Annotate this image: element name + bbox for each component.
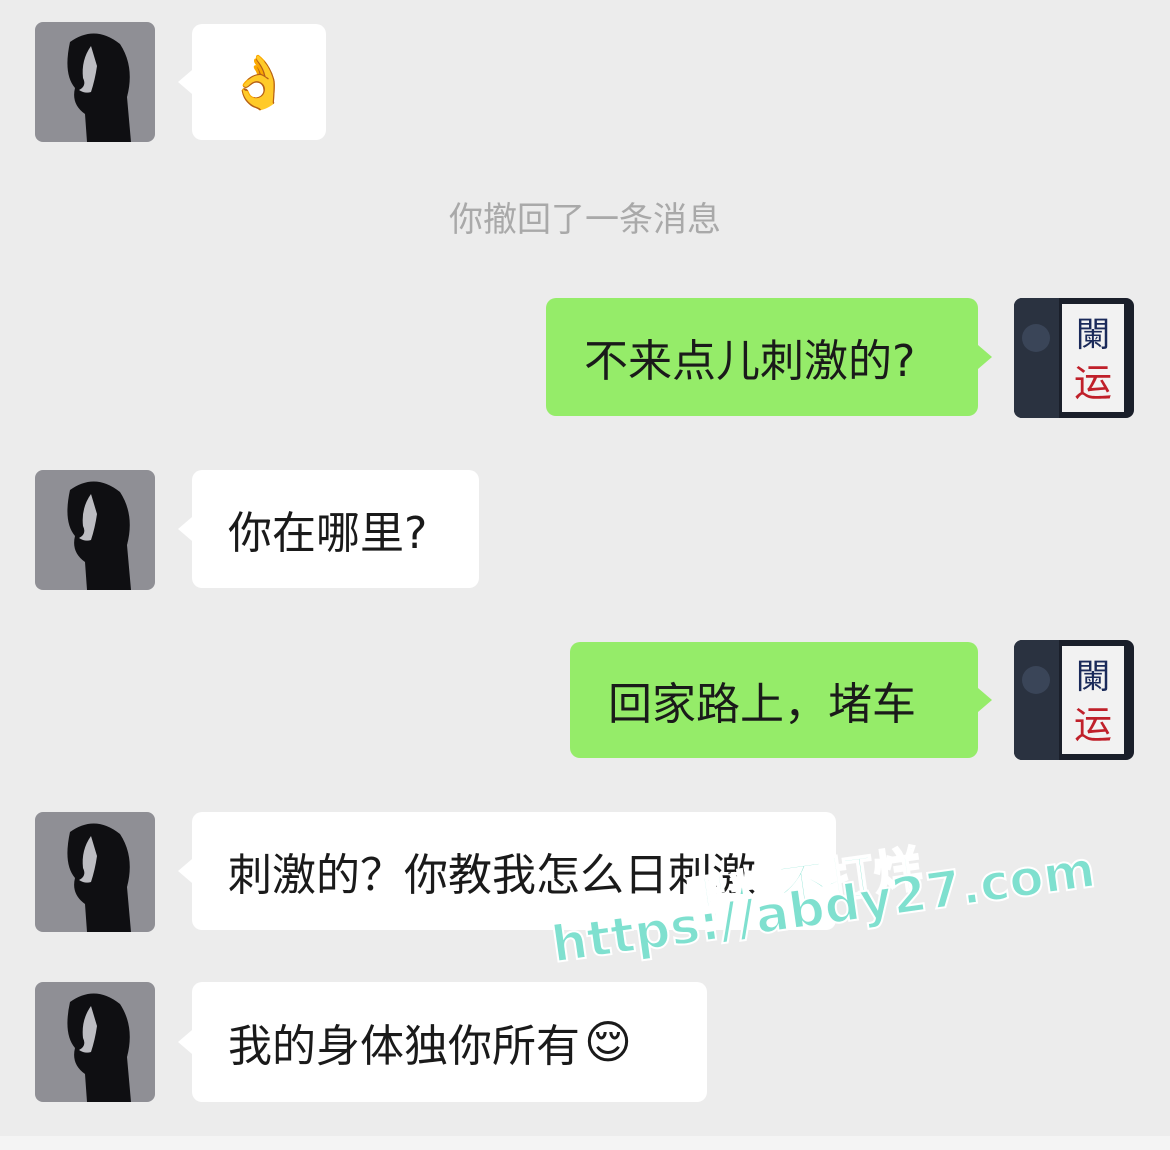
bubble-tail	[178, 1030, 192, 1054]
message-text: 你在哪里?	[228, 508, 428, 559]
contact-avatar-image	[35, 982, 155, 1102]
self-avatar-image: 闌 运	[1014, 640, 1134, 760]
message-text: 不来点儿刺激的?	[584, 336, 916, 387]
bubble-tail	[178, 517, 192, 541]
self-avatar-char-2: 运	[1074, 361, 1112, 405]
ok-hand-emoji: 👌	[226, 52, 292, 113]
bubble-tail	[178, 859, 192, 883]
contact-avatar[interactable]	[35, 22, 155, 142]
message-bubble[interactable]: 我的身体独你所有 😌	[178, 982, 707, 1102]
contact-avatar[interactable]	[35, 982, 155, 1102]
message-text: 回家路上，堵车	[608, 679, 916, 730]
recall-notice: 你撤回了一条消息	[449, 200, 721, 240]
bubble-tail	[978, 345, 992, 369]
contact-avatar-image	[35, 812, 155, 932]
bottom-edge	[0, 1136, 1170, 1150]
relieved-face-emoji: 😌	[584, 1015, 632, 1069]
message-bubble[interactable]: 你在哪里?	[178, 470, 479, 588]
bubble-tail	[178, 70, 192, 94]
self-avatar-char-2: 运	[1074, 703, 1112, 747]
self-avatar-char-1: 闌	[1076, 657, 1110, 697]
contact-avatar-image	[35, 470, 155, 590]
contact-avatar[interactable]	[35, 812, 155, 932]
contact-avatar-image	[35, 22, 155, 142]
message-text: 刺激的？你教我怎么日刺激	[228, 850, 756, 901]
bubble-tail	[978, 688, 992, 712]
self-avatar-char-1: 闌	[1076, 315, 1110, 355]
self-avatar[interactable]: 闌 运	[1014, 298, 1134, 418]
message-bubble[interactable]: 不来点儿刺激的?	[546, 298, 992, 416]
self-avatar[interactable]: 闌 运	[1014, 640, 1134, 760]
message-bubble[interactable]: 👌	[178, 24, 326, 140]
message-bubble[interactable]: 回家路上，堵车	[570, 642, 992, 758]
contact-avatar[interactable]	[35, 470, 155, 590]
self-avatar-image: 闌 运	[1014, 298, 1134, 418]
message-text: 我的身体独你所有	[228, 1021, 580, 1072]
